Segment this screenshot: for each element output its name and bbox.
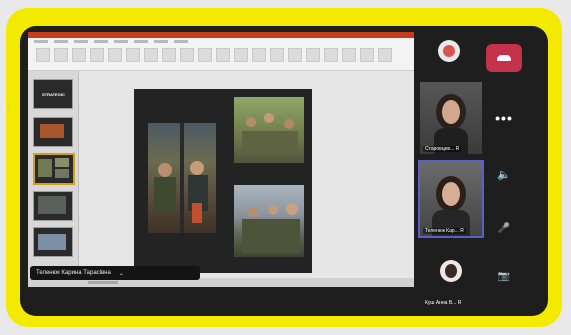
powerpoint-body: STRATEGIC: [28, 71, 414, 287]
camera-button[interactable]: 📷: [486, 262, 522, 290]
slide-photo-left: [148, 123, 216, 233]
slide-photo-top-right: [234, 97, 304, 163]
participant-name: Теленюк Кар... R: [423, 228, 466, 234]
participant-tile[interactable]: Куш Анна В... R: [420, 246, 482, 308]
collapse-arrow-icon[interactable]: ‹: [7, 104, 10, 113]
more-icon: •••: [495, 110, 513, 126]
microphone-button[interactable]: 🎤: [486, 214, 522, 242]
slide-thumb-5[interactable]: [33, 227, 73, 257]
participant-name: Куш Анна В... R: [425, 300, 462, 306]
slide-thumb-2[interactable]: [33, 117, 73, 147]
participant-avatar[interactable]: [438, 40, 460, 62]
slide-thumb-3[interactable]: [33, 153, 75, 185]
slide-thumbnails: STRATEGIC: [28, 71, 79, 287]
participant-tile[interactable]: Старовцев... R: [420, 82, 482, 154]
current-slide: [134, 89, 312, 273]
participant-name: Старовцев... R: [423, 146, 462, 152]
slide-photo-bottom-right: [234, 185, 304, 257]
ribbon-tabs: [34, 40, 188, 43]
phone-icon: [497, 55, 511, 61]
microphone-icon: 🎤: [497, 222, 511, 234]
chevron-down-icon: ⌄: [118, 270, 124, 277]
presenter-name: Теленюк Карина Тарасівна: [36, 270, 111, 276]
participant-tile-active[interactable]: Теленюк Кар... R: [418, 160, 484, 238]
hang-up-button[interactable]: [486, 44, 522, 72]
thumb-title: STRATEGIC: [42, 92, 65, 97]
camera-icon: 📷: [497, 270, 511, 282]
title-bar: [28, 32, 414, 38]
more-options-button[interactable]: •••: [486, 104, 522, 132]
speaker-icon: 🔈: [497, 168, 511, 181]
shared-screen: STRATEGIC: [28, 32, 414, 287]
slide-thumb-4[interactable]: [33, 191, 73, 221]
slide-thumb-1[interactable]: STRATEGIC: [33, 79, 73, 109]
ribbon-tools: [36, 48, 392, 62]
presenter-label[interactable]: Теленюк Карина Тарасівна ⌄: [30, 266, 200, 280]
speaker-button[interactable]: 🔈: [486, 160, 522, 188]
powerpoint-ribbon: [28, 32, 414, 71]
